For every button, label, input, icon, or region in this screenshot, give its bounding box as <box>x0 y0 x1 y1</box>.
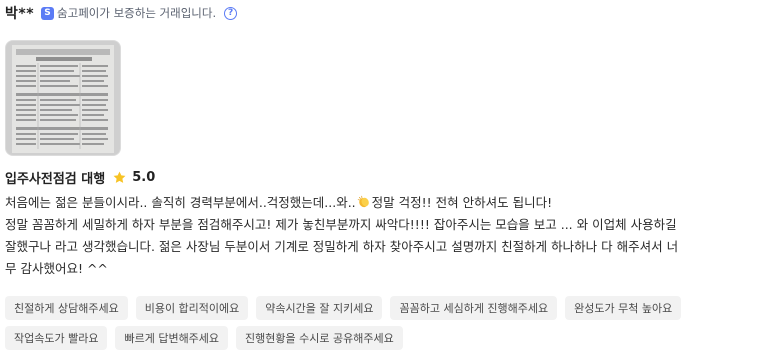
review-tag[interactable]: 빠르게 답변해주세요 <box>115 326 229 350</box>
review-tag[interactable]: 친절하게 상담해주세요 <box>5 296 128 320</box>
review-photo[interactable] <box>5 40 121 156</box>
review-line-1-start: 처음에는 젊은 분들이시라.. 솔직히 경력부분에서..걱정했는데...와.. <box>5 195 356 210</box>
service-rating-line: 입주사전점검 대행 5.0 <box>5 168 155 187</box>
pay-guarantee-badge: S 숨고페이가 보증하는 거래입니다. ? <box>41 5 238 21</box>
document-photo-thumbnail-icon <box>6 41 120 155</box>
rating-value: 5.0 <box>132 170 156 185</box>
clapping-hands-icon <box>357 194 371 208</box>
review-line-2: 정말 꼼꼼하게 세밀하게 하자 부분을 점검해주시고! 제가 놓친부분까지 싸악… <box>5 217 677 232</box>
review-tag[interactable]: 완성도가 무척 높아요 <box>565 296 682 320</box>
review-line-3: 잘했구나 라고 생각했습니다. 젊은 사장님 두분이서 기계로 정밀하게 하자 … <box>5 239 679 254</box>
review-tag[interactable]: 비용이 합리적이에요 <box>135 296 249 320</box>
review-header: 박** S 숨고페이가 보증하는 거래입니다. ? <box>5 2 238 24</box>
review-tag[interactable]: 약속시간을 잘 지키세요 <box>256 296 383 320</box>
star-icon <box>112 170 127 185</box>
soomgo-pay-icon: S <box>41 6 55 20</box>
review-text: 처음에는 젊은 분들이시라.. 솔직히 경력부분에서..걱정했는데...와.. 정… <box>5 192 750 280</box>
review-tag[interactable]: 진행현황을 수시로 공유해주세요 <box>236 326 403 350</box>
pay-guarantee-text: 숨고페이가 보증하는 거래입니다. <box>57 6 217 20</box>
reviewer-name: 박** <box>5 6 35 22</box>
service-name: 입주사전점검 대행 <box>5 172 106 187</box>
review-line-4: 무 감사했어요! ^^ <box>5 261 108 276</box>
review-line-1: 처음에는 젊은 분들이시라.. 솔직히 경력부분에서..걱정했는데...와.. 정… <box>5 192 750 214</box>
review-tags: 친절하게 상담해주세요 비용이 합리적이에요 약속시간을 잘 지키세요 꼼꼼하고… <box>5 296 750 350</box>
review-tag[interactable]: 꼼꼼하고 세심하게 진행해주세요 <box>390 296 558 320</box>
review-line-1-end: 정말 걱정!! 전혀 안하셔도 됩니다! <box>371 195 553 210</box>
help-icon[interactable]: ? <box>224 6 238 20</box>
review-tag[interactable]: 작업속도가 빨라요 <box>5 326 108 350</box>
